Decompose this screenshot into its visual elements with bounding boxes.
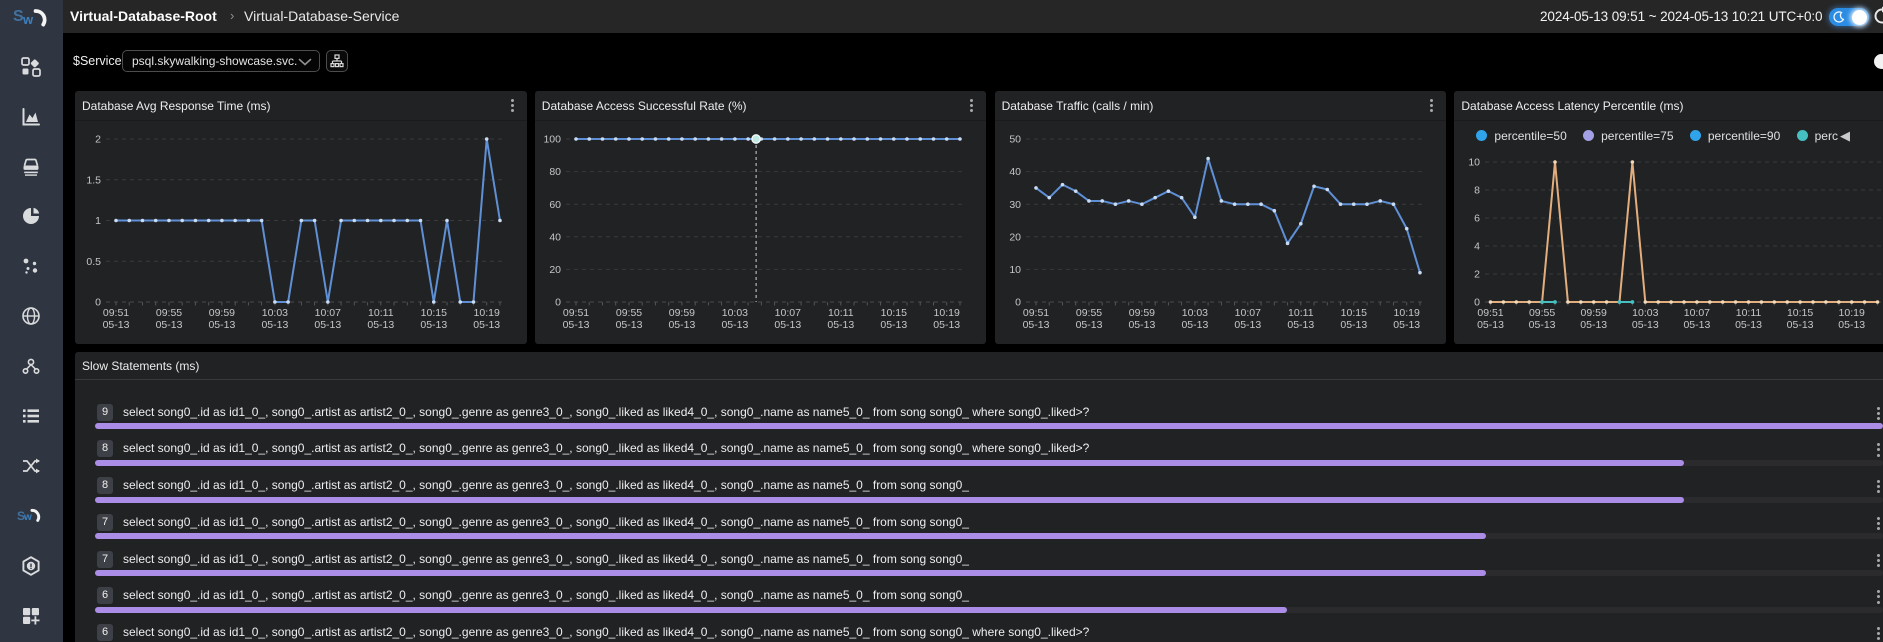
svg-text:1: 1 — [95, 215, 101, 227]
svg-text:05-13: 05-13 — [880, 319, 907, 331]
svg-text:10:15: 10:15 — [1787, 307, 1813, 319]
svg-text:10:11: 10:11 — [1288, 307, 1314, 319]
svg-text:05-13: 05-13 — [1632, 319, 1659, 331]
svg-text:05-13: 05-13 — [1234, 319, 1261, 331]
svg-text:10:07: 10:07 — [774, 307, 800, 319]
svg-text:10:19: 10:19 — [1393, 307, 1419, 319]
svg-text:05-13: 05-13 — [103, 319, 130, 331]
svg-text:20: 20 — [1009, 231, 1021, 243]
svg-text:05-13: 05-13 — [1340, 319, 1367, 331]
svg-text:10:11: 10:11 — [828, 307, 854, 319]
svg-text:05-13: 05-13 — [1477, 319, 1504, 331]
svg-text:05-13: 05-13 — [1735, 319, 1762, 331]
svg-text:0: 0 — [555, 297, 561, 309]
svg-text:05-13: 05-13 — [562, 319, 589, 331]
svg-text:1.5: 1.5 — [86, 174, 101, 186]
svg-text:05-13: 05-13 — [721, 319, 748, 331]
svg-text:05-13: 05-13 — [1022, 319, 1049, 331]
svg-text:05-13: 05-13 — [1839, 319, 1866, 331]
svg-text:2: 2 — [1475, 269, 1481, 281]
svg-text:10: 10 — [1009, 264, 1021, 276]
svg-text:10:19: 10:19 — [474, 307, 500, 319]
svg-text:05-13: 05-13 — [827, 319, 854, 331]
svg-text:05-13: 05-13 — [668, 319, 695, 331]
svg-text:09:59: 09:59 — [1581, 307, 1607, 319]
svg-text:05-13: 05-13 — [1128, 319, 1155, 331]
svg-text:09:55: 09:55 — [1529, 307, 1555, 319]
svg-text:0: 0 — [1015, 297, 1021, 309]
svg-text:10:11: 10:11 — [1736, 307, 1762, 319]
svg-text:20: 20 — [549, 264, 561, 276]
svg-text:05-13: 05-13 — [156, 319, 183, 331]
svg-text:05-13: 05-13 — [1529, 319, 1556, 331]
svg-text:09:59: 09:59 — [669, 307, 695, 319]
svg-text:05-13: 05-13 — [1287, 319, 1314, 331]
svg-text:10:03: 10:03 — [722, 307, 748, 319]
svg-text:10:19: 10:19 — [933, 307, 959, 319]
svg-text:10:07: 10:07 — [315, 307, 341, 319]
svg-text:10:19: 10:19 — [1839, 307, 1865, 319]
svg-text:6: 6 — [1475, 213, 1481, 225]
svg-text:09:51: 09:51 — [563, 307, 589, 319]
svg-text:40: 40 — [1009, 166, 1021, 178]
svg-text:05-13: 05-13 — [1393, 319, 1420, 331]
svg-text:09:51: 09:51 — [103, 307, 129, 319]
svg-text:10:03: 10:03 — [1181, 307, 1207, 319]
svg-text:100: 100 — [543, 134, 561, 146]
svg-text:10: 10 — [1469, 157, 1481, 169]
svg-text:05-13: 05-13 — [933, 319, 960, 331]
svg-text:05-13: 05-13 — [774, 319, 801, 331]
svg-text:05-13: 05-13 — [261, 319, 288, 331]
svg-text:80: 80 — [549, 166, 561, 178]
svg-text:10:15: 10:15 — [421, 307, 447, 319]
svg-text:05-13: 05-13 — [367, 319, 394, 331]
svg-text:05-13: 05-13 — [314, 319, 341, 331]
svg-text:0: 0 — [95, 297, 101, 309]
svg-text:09:51: 09:51 — [1478, 307, 1504, 319]
svg-text:05-13: 05-13 — [615, 319, 642, 331]
svg-text:2: 2 — [95, 134, 101, 146]
svg-text:09:55: 09:55 — [1075, 307, 1101, 319]
svg-text:05-13: 05-13 — [1787, 319, 1814, 331]
svg-text:05-13: 05-13 — [1684, 319, 1711, 331]
svg-text:10:03: 10:03 — [262, 307, 288, 319]
svg-text:09:55: 09:55 — [156, 307, 182, 319]
svg-text:05-13: 05-13 — [473, 319, 500, 331]
svg-text:60: 60 — [549, 199, 561, 211]
svg-text:05-13: 05-13 — [1075, 319, 1102, 331]
svg-text:05-13: 05-13 — [208, 319, 235, 331]
svg-text:10:15: 10:15 — [1340, 307, 1366, 319]
svg-text:05-13: 05-13 — [1581, 319, 1608, 331]
svg-text:4: 4 — [1475, 241, 1481, 253]
svg-text:09:55: 09:55 — [616, 307, 642, 319]
svg-text:10:15: 10:15 — [880, 307, 906, 319]
svg-text:0.5: 0.5 — [86, 256, 101, 268]
svg-text:05-13: 05-13 — [420, 319, 447, 331]
svg-text:30: 30 — [1009, 199, 1021, 211]
svg-text:8: 8 — [1475, 185, 1481, 197]
svg-text:09:51: 09:51 — [1022, 307, 1048, 319]
svg-text:10:07: 10:07 — [1684, 307, 1710, 319]
svg-text:10:03: 10:03 — [1633, 307, 1659, 319]
svg-text:09:59: 09:59 — [209, 307, 235, 319]
svg-text:40: 40 — [549, 231, 561, 243]
svg-text:05-13: 05-13 — [1181, 319, 1208, 331]
svg-text:09:59: 09:59 — [1128, 307, 1154, 319]
svg-text:10:11: 10:11 — [368, 307, 394, 319]
svg-text:10:07: 10:07 — [1234, 307, 1260, 319]
svg-text:50: 50 — [1009, 134, 1021, 146]
